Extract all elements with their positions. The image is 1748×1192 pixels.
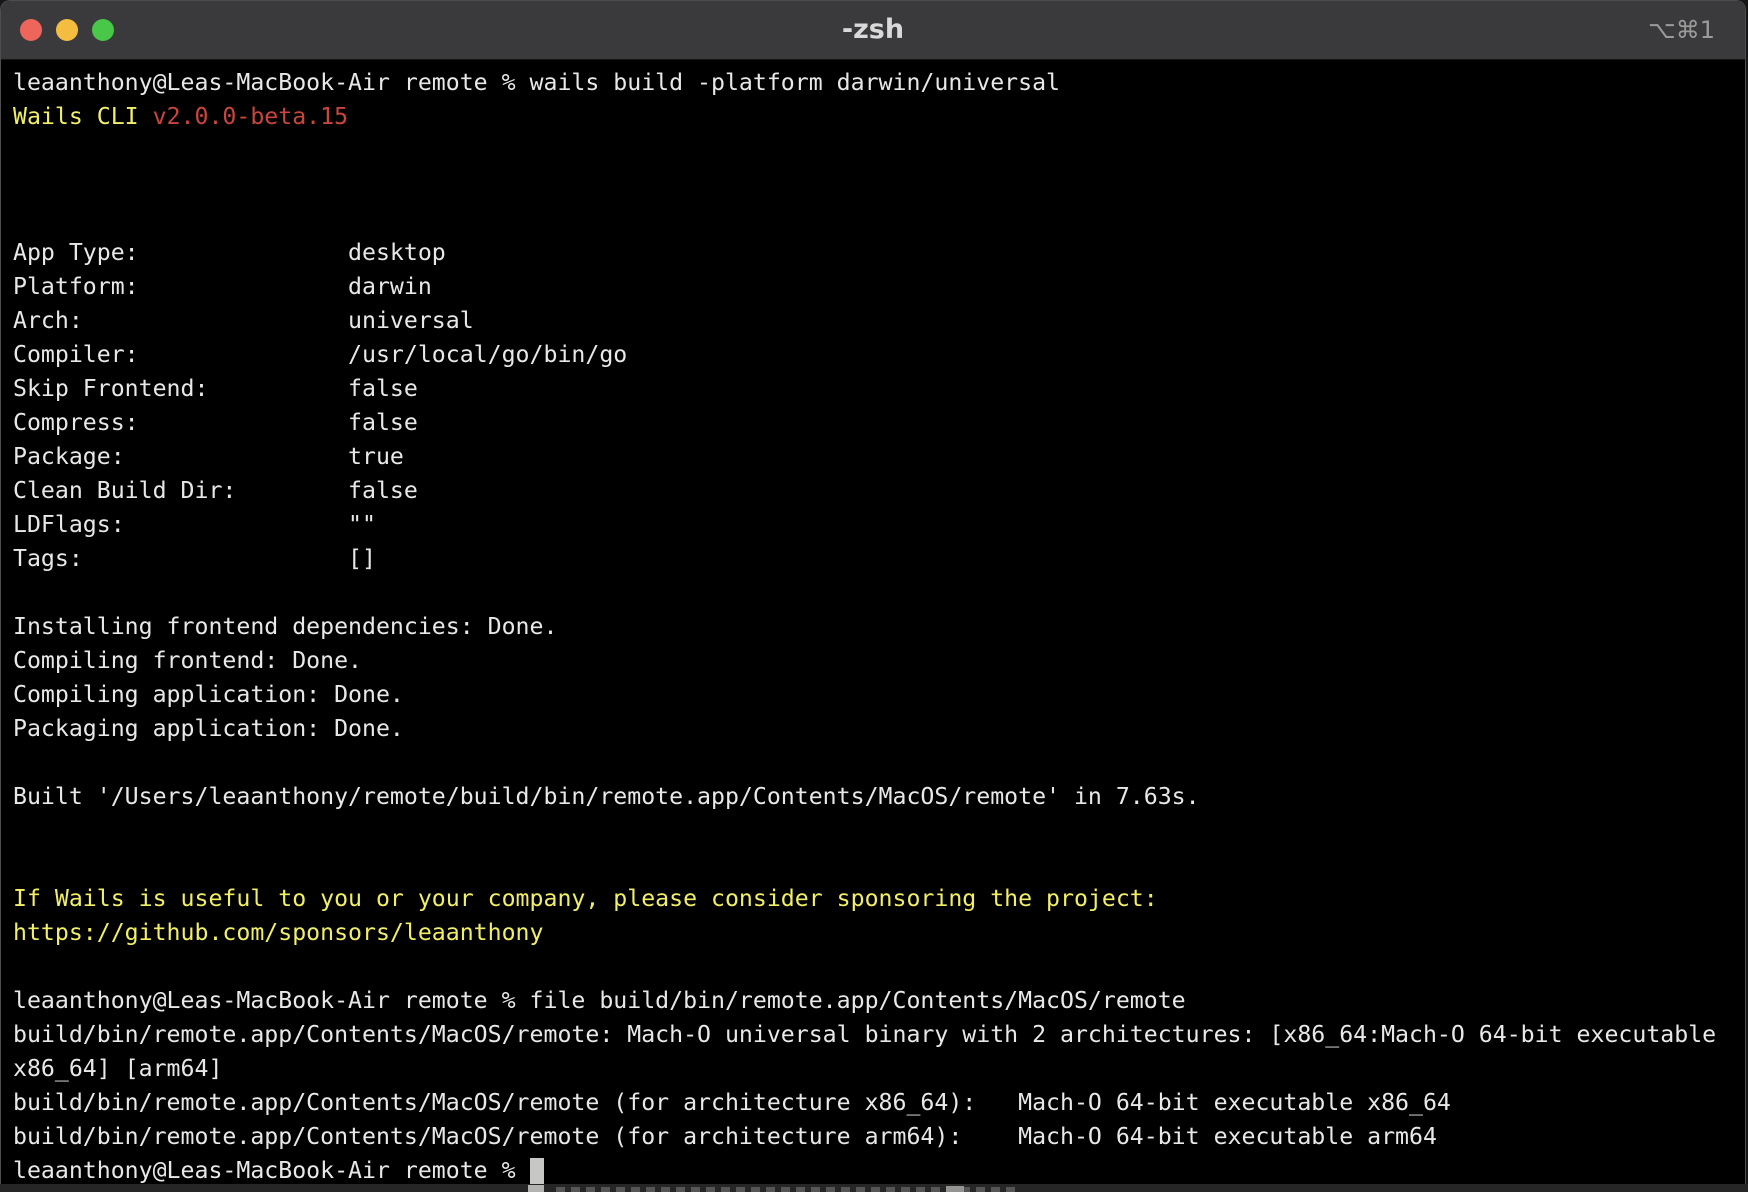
terminal-line	[13, 950, 1745, 984]
terminal-window: -zsh ⌥⌘1 leaanthony@Leas-MacBook-Air rem…	[0, 0, 1746, 1184]
terminal-line: LDFlags: ""	[13, 508, 1745, 542]
terminal-line: App Type: desktop	[13, 236, 1745, 270]
terminal-line: x86_64] [arm64]	[13, 1052, 1745, 1086]
terminal-line: Tags: []	[13, 542, 1745, 576]
clipped-background-row	[0, 1184, 1748, 1192]
window-title: -zsh	[1, 1, 1745, 59]
terminal-line: build/bin/remote.app/Contents/MacOS/remo…	[13, 1086, 1745, 1120]
terminal-line: leaanthony@Leas-MacBook-Air remote %	[13, 1154, 1745, 1184]
terminal-line: Installing frontend dependencies: Done.	[13, 610, 1745, 644]
terminal-line: Arch: universal	[13, 304, 1745, 338]
terminal-line: Compiling application: Done.	[13, 678, 1745, 712]
terminal-line: build/bin/remote.app/Contents/MacOS/remo…	[13, 1120, 1745, 1154]
clipped-cursor-fragment	[528, 1185, 544, 1192]
terminal-line: build/bin/remote.app/Contents/MacOS/remo…	[13, 1018, 1745, 1052]
terminal-cursor	[530, 1158, 544, 1184]
terminal-line	[13, 814, 1745, 848]
terminal-line: Skip Frontend: false	[13, 372, 1745, 406]
terminal-line: https://github.com/sponsors/leaanthony	[13, 916, 1745, 950]
terminal-line: Platform: darwin	[13, 270, 1745, 304]
terminal-output[interactable]: leaanthony@Leas-MacBook-Air remote % wai…	[1, 60, 1745, 1184]
terminal-line: Packaging application: Done.	[13, 712, 1745, 746]
terminal-line: Compiler: /usr/local/go/bin/go	[13, 338, 1745, 372]
terminal-line: Compiling frontend: Done.	[13, 644, 1745, 678]
terminal-line	[13, 746, 1745, 780]
terminal-line: Built '/Users/leaanthony/remote/build/bi…	[13, 780, 1745, 814]
terminal-line: If Wails is useful to you or your compan…	[13, 882, 1745, 916]
tab-shortcut-hint: ⌥⌘1	[1648, 1, 1715, 59]
terminal-line: Package: true	[13, 440, 1745, 474]
terminal-line	[13, 168, 1745, 202]
terminal-line: leaanthony@Leas-MacBook-Air remote % fil…	[13, 984, 1745, 1018]
terminal-line	[13, 848, 1745, 882]
terminal-line	[13, 134, 1745, 168]
terminal-line	[13, 576, 1745, 610]
clipped-text-fragment-bright	[946, 1186, 964, 1192]
terminal-line: Wails CLI v2.0.0-beta.15	[13, 100, 1745, 134]
terminal-line: Compress: false	[13, 406, 1745, 440]
window-titlebar[interactable]: -zsh ⌥⌘1	[1, 1, 1745, 60]
terminal-line: Clean Build Dir: false	[13, 474, 1745, 508]
terminal-line: leaanthony@Leas-MacBook-Air remote % wai…	[13, 66, 1745, 100]
terminal-line	[13, 202, 1745, 236]
